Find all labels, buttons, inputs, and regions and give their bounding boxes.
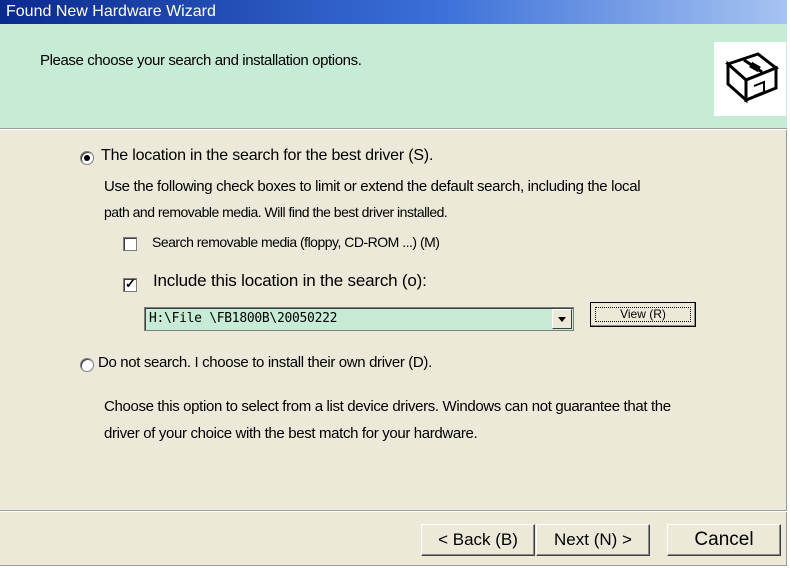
- wizard-header: Please choose your search and installati…: [0, 24, 787, 128]
- chevron-down-icon[interactable]: [552, 309, 572, 329]
- search-option-label[interactable]: The location in the search for the best …: [101, 147, 433, 165]
- window-title: Found New Hardware Wizard: [6, 3, 216, 20]
- manual-option-label[interactable]: Do not search. I choose to install their…: [98, 354, 432, 371]
- search-option-radio[interactable]: [80, 151, 94, 165]
- removable-media-label[interactable]: Search removable media (floppy, CD-ROM .…: [152, 234, 440, 250]
- back-button[interactable]: < Back (B): [421, 524, 535, 556]
- search-option-description-1: Use the following check boxes to limit o…: [104, 178, 641, 195]
- search-option-description-2: path and removable media. Will find the …: [104, 204, 448, 220]
- manual-option-radio[interactable]: [80, 358, 94, 372]
- header-instruction: Please choose your search and installati…: [40, 52, 362, 69]
- location-path-value[interactable]: H:\File \FB1800B\20050222: [149, 311, 337, 326]
- view-button[interactable]: View (R): [590, 302, 696, 327]
- next-button[interactable]: Next (N) >: [536, 524, 650, 556]
- header-divider: [0, 128, 787, 130]
- manual-option-description-1: Choose this option to select from a list…: [104, 398, 671, 415]
- cancel-button[interactable]: Cancel: [667, 524, 781, 556]
- title-bar[interactable]: Found New Hardware Wizard: [0, 0, 787, 24]
- manual-option-description-2: driver of your choice with the best matc…: [104, 425, 478, 442]
- removable-media-checkbox[interactable]: [123, 237, 137, 251]
- check-mark-icon: ✓: [125, 276, 136, 291]
- footer-divider: [0, 510, 787, 512]
- location-combobox[interactable]: H:\File \FB1800B\20050222: [144, 307, 574, 331]
- include-location-label[interactable]: Include this location in the search (o):: [153, 271, 427, 291]
- wizard-window: Found New Hardware Wizard Please choose …: [0, 0, 787, 566]
- include-location-checkbox[interactable]: ✓: [123, 276, 137, 292]
- hardware-install-icon: [714, 42, 786, 116]
